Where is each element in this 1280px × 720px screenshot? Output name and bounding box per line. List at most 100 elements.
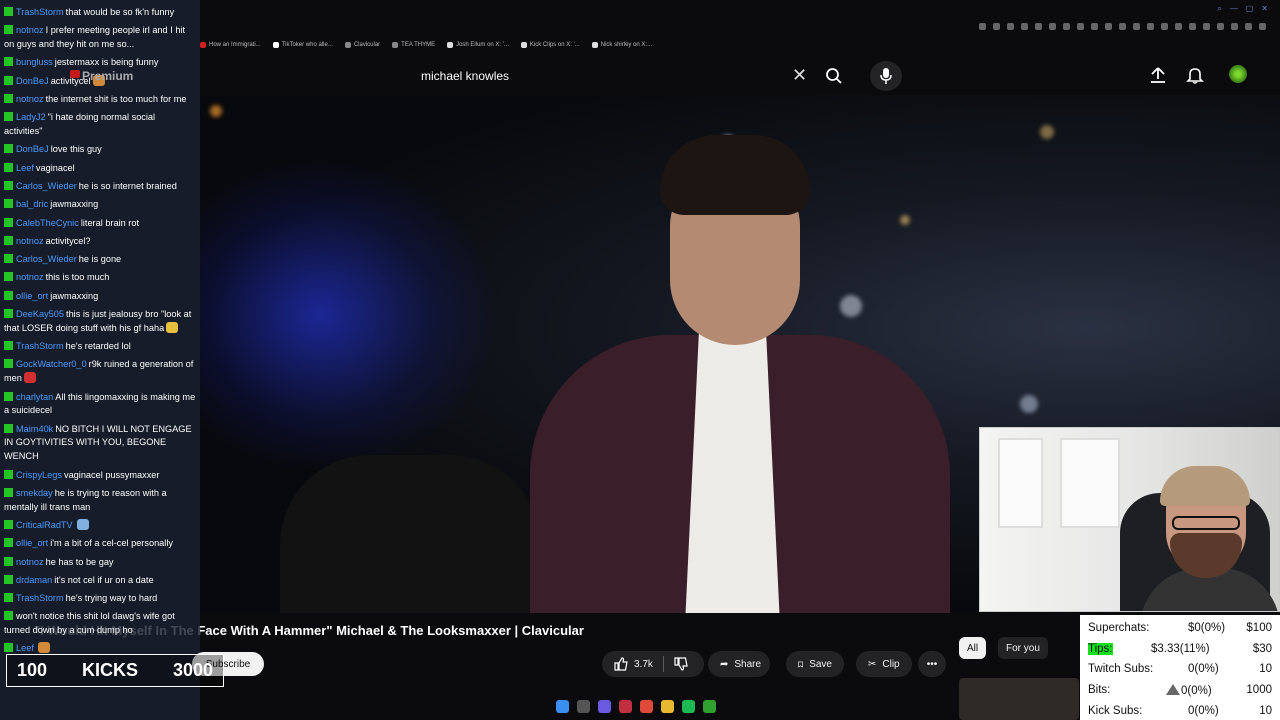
chat-text: he is gone xyxy=(78,254,122,265)
chat-username[interactable]: charlytan xyxy=(16,392,53,402)
bookmark[interactable]: Josh Ellum on X: '... xyxy=(447,42,509,48)
chat-username[interactable]: notnoz xyxy=(16,272,44,282)
chat-text: he has to be gay xyxy=(45,556,114,567)
kick-badge-icon xyxy=(4,469,13,479)
clip-button[interactable]: ✂ Clip xyxy=(856,651,912,677)
chat-username[interactable]: ollie_ort xyxy=(16,291,48,301)
spotify-icon[interactable] xyxy=(682,700,695,713)
chat-username[interactable]: DonBeJ xyxy=(16,144,49,154)
chat-username[interactable]: notnoz xyxy=(16,94,44,104)
chat-message: notnoz the internet shit is too much for … xyxy=(4,93,196,107)
chat-username[interactable]: CalebTheCynic xyxy=(16,218,79,228)
recommended-thumbnail[interactable] xyxy=(959,678,1079,720)
bookmark[interactable]: Clavicular xyxy=(344,42,380,48)
chat-message: bal_dric jawmaxxing xyxy=(4,198,196,212)
emote-icon xyxy=(76,518,89,530)
kick-badge-icon xyxy=(4,75,13,85)
youtube-logo-icon[interactable] xyxy=(70,70,80,78)
warning-triangle-icon xyxy=(1166,683,1180,695)
chat-username[interactable]: notnoz xyxy=(16,236,44,246)
chat-username[interactable]: LadyJ2 xyxy=(16,112,46,122)
chat-username[interactable]: drdaman xyxy=(16,575,52,585)
more-actions-button[interactable]: ••• xyxy=(918,651,946,677)
search-icon[interactable] xyxy=(577,700,590,713)
chat-username[interactable]: notnoz xyxy=(16,25,44,35)
goal-progress: 0(0%) xyxy=(1188,705,1219,717)
kick-badge-icon xyxy=(4,235,13,245)
chat-username[interactable]: TrashStorm xyxy=(16,7,64,17)
goal-row: Tips: $3.33(11%) $30 xyxy=(1084,639,1276,660)
windows-start-icon[interactable] xyxy=(556,700,569,713)
chat-username[interactable]: Maim40k xyxy=(16,424,53,434)
avatar[interactable] xyxy=(1229,65,1247,83)
close-icon[interactable]: ✕ xyxy=(1261,4,1268,14)
kick-badge-icon xyxy=(4,519,13,529)
search-query[interactable]: michael knowles xyxy=(421,69,509,83)
kick-badge-icon xyxy=(4,593,13,603)
chat-username[interactable]: ollie_ort xyxy=(16,538,48,548)
chat-username[interactable]: TrashStorm xyxy=(16,593,64,603)
stream-screen: How an Immigrati... TikToker who alle...… xyxy=(0,0,1280,720)
share-icon: ➦ xyxy=(720,658,729,670)
discord-icon[interactable] xyxy=(598,700,611,713)
like-count[interactable]: 3.7k xyxy=(634,659,653,670)
kick-badge-icon xyxy=(4,309,13,319)
chat-username[interactable]: TrashStorm xyxy=(16,341,64,351)
chat-username[interactable]: smekday xyxy=(16,488,53,498)
bokeh-light xyxy=(210,105,222,117)
chat-username[interactable]: Carlos_Wieder xyxy=(16,181,77,191)
notifications-button[interactable] xyxy=(1185,65,1205,90)
chrome-icon[interactable] xyxy=(640,700,653,713)
kick-badge-icon xyxy=(4,162,13,172)
search-icon[interactable]: ⌕ xyxy=(1217,4,1221,14)
chat-username[interactable]: bungluss xyxy=(16,57,53,67)
chat-username[interactable]: Leef xyxy=(16,643,34,653)
bookmark[interactable]: Kick Clips on X: '... xyxy=(520,42,580,48)
thumbs-down-icon[interactable] xyxy=(674,657,688,671)
maximize-icon[interactable]: ▢ xyxy=(1246,4,1254,14)
chat-username[interactable]: DeeKay505 xyxy=(16,309,64,319)
goal-value: 0(0%) xyxy=(1188,704,1219,717)
kick-badge-icon xyxy=(4,112,13,122)
share-button[interactable]: ➦ Share xyxy=(708,651,770,677)
bookmark[interactable]: TEA THYME xyxy=(392,42,435,48)
app-icon[interactable] xyxy=(619,700,632,713)
chat-message: Leef vaginacel xyxy=(4,162,196,176)
like-dislike-group: 3.7k xyxy=(602,651,704,677)
extension-icons[interactable] xyxy=(979,23,1266,30)
kick-badge-icon xyxy=(4,611,13,621)
save-button[interactable]: Save xyxy=(786,651,844,677)
search-input[interactable]: michael knowles ✕ xyxy=(408,60,816,92)
bookmark[interactable]: TikToker who alle... xyxy=(272,42,333,48)
chat-username[interactable]: Carlos_Wieder xyxy=(16,254,77,264)
bookmark-icon xyxy=(798,661,804,668)
clear-icon[interactable]: ✕ xyxy=(792,66,807,84)
chat-message: TrashStorm he's trying way to hard xyxy=(4,592,196,606)
chat-username[interactable]: CrispyLegs xyxy=(16,470,62,480)
chat-username[interactable]: DonBeJ xyxy=(16,76,49,86)
chat-username[interactable]: GockWatcher0_0 xyxy=(16,359,87,369)
kick-badge-icon xyxy=(4,217,13,227)
chat-username[interactable]: CriticalRadTV xyxy=(16,520,73,530)
chat-username[interactable]: notnoz xyxy=(16,557,44,567)
window-controls[interactable]: ⌕ — ▢ ✕ xyxy=(1217,4,1268,14)
chat-username[interactable]: bal_dric xyxy=(16,199,48,209)
search-button[interactable] xyxy=(817,62,851,90)
chat-text: jawmaxxing xyxy=(50,199,99,210)
brand-label[interactable]: Premium xyxy=(82,69,133,83)
bookmark[interactable]: Nick shirley on X:... xyxy=(591,42,652,48)
voice-search-button[interactable] xyxy=(870,61,902,91)
kick-badge-icon xyxy=(4,180,13,190)
folder-icon[interactable] xyxy=(661,700,674,713)
speaker-figure xyxy=(510,135,1110,613)
chat-text: the internet shit is too much for me xyxy=(45,93,187,104)
xbox-icon[interactable] xyxy=(703,700,716,713)
create-button[interactable] xyxy=(1148,65,1168,90)
thumbs-up-icon[interactable] xyxy=(614,657,628,671)
minimize-icon[interactable]: — xyxy=(1230,4,1238,14)
bookmark[interactable]: How an Immigrati... xyxy=(200,42,261,48)
chat-username[interactable]: Leef xyxy=(16,163,34,173)
filter-chip-for-you[interactable]: For you xyxy=(998,637,1048,659)
kicks-label: KICKS xyxy=(81,660,138,680)
filter-chip-all[interactable]: All xyxy=(959,637,987,659)
